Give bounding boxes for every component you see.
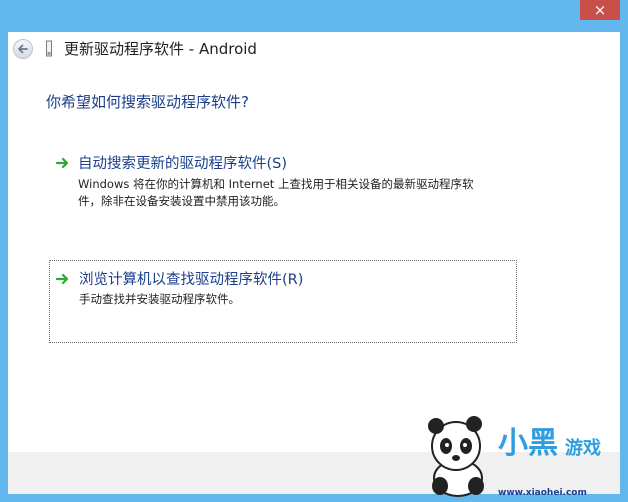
auto-search-description: Windows 将在你的计算机和 Internet 上查找用于相关设备的最新驱动…: [78, 176, 518, 210]
watermark-url: www.xiaohei.com: [498, 488, 587, 498]
window-title: 更新驱动程序软件 - Android: [64, 40, 257, 58]
auto-search-desc-line1: Windows 将在你的计算机和 Internet 上查找用于相关设备的最新驱动…: [78, 177, 474, 191]
site-watermark: 小黑 游戏 www.xiaohei.com: [420, 412, 620, 498]
back-button[interactable]: [13, 39, 33, 59]
green-arrow-icon: [56, 157, 69, 169]
browse-computer-option[interactable]: 浏览计算机以查找驱动程序软件(R) 手动查找并安装驱动程序软件。: [49, 260, 517, 343]
close-button[interactable]: ×: [580, 0, 620, 20]
back-arrow-icon: [18, 44, 28, 54]
auto-search-desc-line2: 件，除非在设备安装设置中禁用该功能。: [78, 194, 285, 208]
device-icon: [46, 40, 52, 57]
browse-computer-title: 浏览计算机以查找驱动程序软件(R): [79, 272, 304, 288]
content-area: 你希望如何搜索驱动程序软件? 自动搜索更新的驱动程序软件(S) Windows …: [8, 72, 620, 452]
auto-search-title: 自动搜索更新的驱动程序软件(S): [78, 156, 288, 172]
window-frame: × 更新驱动程序软件 - Android 你希望如何搜索驱动程序软件? 自动搜索…: [0, 0, 628, 502]
window-header: 更新驱动程序软件 - Android: [8, 32, 620, 72]
panda-mascot-icon: [428, 416, 484, 497]
search-question-heading: 你希望如何搜索驱动程序软件?: [46, 93, 249, 111]
green-arrow-icon: [56, 273, 69, 285]
watermark-logo-sub: 游戏: [565, 438, 601, 459]
watermark-logo: 小黑: [498, 426, 558, 461]
auto-search-option[interactable]: 自动搜索更新的驱动程序软件(S) Windows 将在你的计算机和 Intern…: [52, 151, 518, 209]
browse-computer-description: 手动查找并安装驱动程序软件。: [79, 292, 240, 306]
